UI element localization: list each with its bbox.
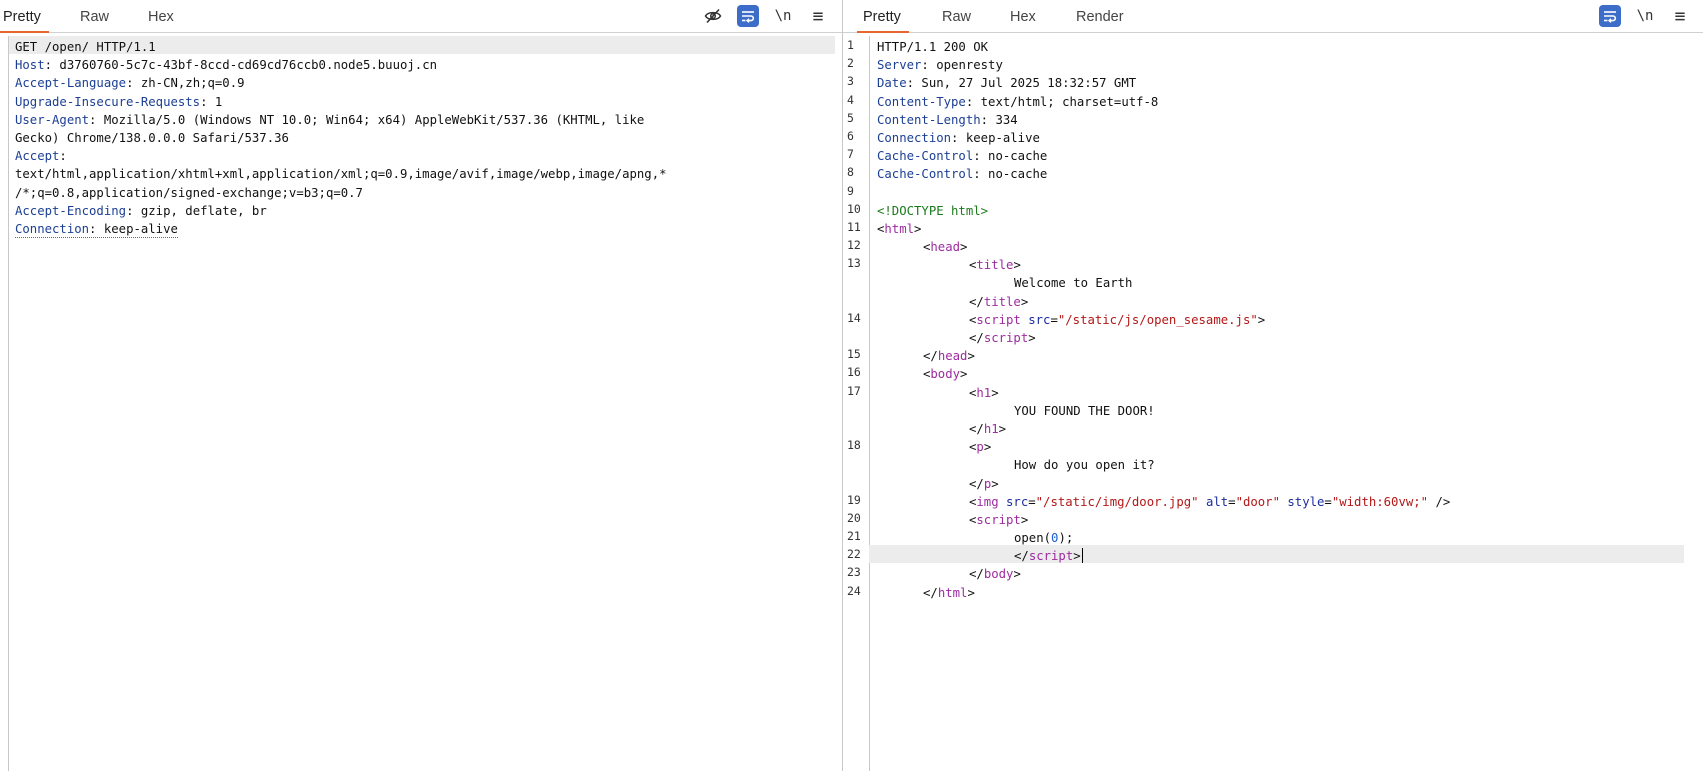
- response-code[interactable]: HTTP/1.1 200 OK Server: openresty Date: …: [869, 36, 1703, 771]
- p-open-tag: <p>: [969, 440, 992, 455]
- title-open-tag: <title>: [969, 258, 1021, 273]
- line-number: 2: [847, 56, 854, 71]
- line-number: 12: [847, 238, 861, 253]
- line-number: 6: [847, 128, 854, 143]
- line-number: 23: [847, 565, 861, 580]
- line-number: 4: [847, 92, 854, 107]
- line-number: 3: [847, 74, 854, 89]
- wrap-text-icon[interactable]: [737, 5, 759, 27]
- line-number: 11: [847, 219, 861, 234]
- request-tab-hex[interactable]: Hex: [148, 0, 174, 32]
- line-number: 15: [847, 347, 861, 362]
- response-header-row: Content-Length: 334: [877, 112, 1018, 127]
- request-line-6: Accept:: [15, 149, 67, 164]
- line-number: 8: [847, 165, 854, 180]
- request-line-8: Connection: keep-alive: [15, 217, 842, 238]
- line-number: 21: [847, 529, 861, 544]
- line-number: 5: [847, 110, 854, 125]
- html-close-tag: </html>: [923, 585, 975, 600]
- request-line-gutter: [0, 36, 9, 771]
- h1-open-tag: <h1>: [969, 385, 999, 400]
- line-number: 10: [847, 201, 861, 216]
- line-number: [843, 454, 869, 472]
- p-text: How do you open it?: [1014, 458, 1155, 473]
- request-line-6-cont-2: /*;q=0.8,application/signed-exchange;v=b…: [15, 185, 363, 200]
- eye-off-icon[interactable]: [702, 5, 724, 27]
- line-number: 14: [847, 310, 861, 325]
- response-header-row: Date: Sun, 27 Jul 2025 18:32:57 GMT: [877, 76, 1137, 91]
- response-header-row: Connection: keep-alive: [877, 130, 1040, 145]
- body-close-tag: </body>: [969, 567, 1021, 582]
- line-number: 9: [847, 183, 854, 198]
- line-number: [843, 327, 869, 345]
- script-close-tag: </script>: [969, 331, 1036, 345]
- response-blank-line: [877, 182, 1703, 200]
- request-line-3: Accept-Language: zh-CN,zh;q=0.9: [15, 76, 245, 91]
- line-number: [843, 291, 869, 309]
- request-line-7: Accept-Encoding: gzip, deflate, br: [15, 203, 267, 218]
- line-number: [843, 272, 869, 290]
- script-src-tag: <script src="/static/js/open_sesame.js">: [969, 312, 1266, 327]
- request-tab-bar: Pretty Raw Hex \n ≡: [0, 0, 842, 33]
- response-tab-bar: Pretty Raw Hex Render \n ≡: [843, 0, 1703, 33]
- response-line-gutter: 1 2 3 4 5 6 7 8 9 10 11 12 13 14 15 16 17 18 19 20 21 22 23 24: [843, 36, 870, 771]
- p-close-tag: </p>: [969, 476, 999, 491]
- menu-icon[interactable]: ≡: [1669, 5, 1691, 27]
- request-line-4: Upgrade-Insecure-Requests: 1: [15, 94, 223, 109]
- head-close-tag: </head>: [923, 349, 975, 364]
- h1-text: YOU FOUND THE DOOR!: [1014, 403, 1155, 418]
- line-number: 1: [847, 38, 854, 52]
- response-status-line: HTTP/1.1 200 OK: [877, 40, 989, 54]
- inline-script-open-tag: <script>: [969, 512, 1029, 527]
- line-number: 20: [847, 510, 861, 525]
- body-open-tag: <body>: [923, 367, 968, 382]
- response-tab-hex[interactable]: Hex: [1010, 0, 1036, 32]
- request-pane: Pretty Raw Hex \n ≡ GET /open/ HTTP/1.1 …: [0, 0, 843, 771]
- line-number: [843, 473, 869, 491]
- line-number: 17: [847, 383, 861, 398]
- response-pane: Pretty Raw Hex Render \n ≡ 1 2 3 4 5 6 7 8 9 10 11…: [843, 0, 1703, 771]
- title-close-tag: </title>: [969, 294, 1029, 309]
- line-number: [843, 418, 869, 436]
- response-header-row: Cache-Control: no-cache: [877, 167, 1048, 182]
- response-header-row: Content-Type: text/html; charset=utf-8: [877, 94, 1159, 109]
- html-doctype: <!DOCTYPE html>: [877, 203, 989, 218]
- request-code[interactable]: GET /open/ HTTP/1.1 Host: d3760760-5c7c-…: [9, 36, 842, 771]
- request-line-1: GET /open/ HTTP/1.1: [9, 36, 835, 55]
- img-tag: <img src="/static/img/door.jpg" alt="doo…: [969, 494, 1451, 509]
- line-number: [843, 400, 869, 418]
- line-number: 7: [847, 147, 854, 162]
- request-tab-raw[interactable]: Raw: [80, 0, 109, 32]
- line-number: 13: [847, 256, 861, 271]
- request-line-5: User-Agent: Mozilla/5.0 (Windows NT 10.0…: [15, 112, 645, 127]
- newline-icon[interactable]: \n: [772, 5, 794, 27]
- request-line-6-cont-1: text/html,application/xhtml+xml,applicat…: [15, 167, 667, 182]
- newline-icon[interactable]: \n: [1634, 5, 1656, 27]
- line-number: 18: [847, 438, 861, 453]
- inline-script-code: open(0);: [1014, 531, 1074, 546]
- response-tab-render[interactable]: Render: [1076, 0, 1124, 32]
- response-tab-raw[interactable]: Raw: [942, 0, 971, 32]
- wrap-text-icon[interactable]: [1599, 5, 1621, 27]
- inline-script-close-tag: </script>: [869, 545, 1684, 564]
- request-editor[interactable]: GET /open/ HTTP/1.1 Host: d3760760-5c7c-…: [0, 36, 842, 771]
- request-line-5-cont: Gecko) Chrome/138.0.0.0 Safari/537.36: [15, 130, 289, 145]
- response-header-row: Cache-Control: no-cache: [877, 149, 1048, 164]
- response-editor[interactable]: 1 2 3 4 5 6 7 8 9 10 11 12 13 14 15 16 17 18 19 20 21 22 23 24 …: [843, 36, 1703, 771]
- response-header-row: Server: openresty: [877, 58, 1003, 73]
- title-text: Welcome to Earth: [1014, 276, 1133, 291]
- line-number: 22: [847, 547, 861, 562]
- html-open-tag: <html>: [877, 221, 922, 236]
- line-number: 24: [847, 583, 861, 598]
- text-cursor: [1081, 548, 1083, 564]
- menu-icon[interactable]: ≡: [807, 5, 829, 27]
- request-line-2: Host: d3760760-5c7c-43bf-8ccd-cd69cd76cc…: [15, 58, 438, 73]
- head-open-tag: <head>: [923, 240, 968, 255]
- request-tab-pretty[interactable]: Pretty: [0, 0, 49, 33]
- h1-close-tag: </h1>: [969, 421, 1007, 436]
- line-number: 19: [847, 492, 861, 507]
- line-number: 16: [847, 365, 861, 380]
- response-tab-pretty[interactable]: Pretty: [857, 0, 909, 33]
